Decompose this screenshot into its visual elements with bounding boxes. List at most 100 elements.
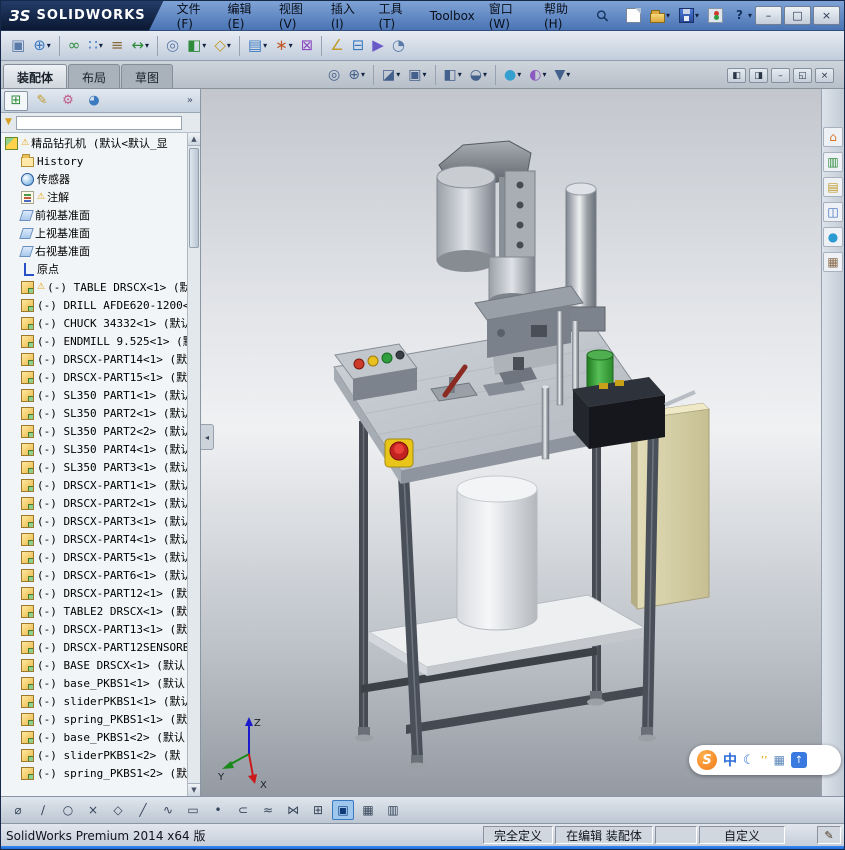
scroll-thumb[interactable] [189,148,199,248]
restore-document-button[interactable]: ◱ [793,68,812,83]
tree-item[interactable]: (-) DRSCX-PART4<1> (默认 [1,530,187,548]
zoom-to-area-button[interactable]: ⊕ ▾ [344,66,369,84]
offset-entities-button[interactable]: ≈ [257,800,279,820]
line-button[interactable]: ∕ [32,800,54,820]
polygon-button[interactable]: ◇ [107,800,129,820]
corner-rectangle-button[interactable]: ▭ [182,800,204,820]
tree-item[interactable]: (-) spring_PKBS1<2> (默 [1,764,187,782]
menu-item-5[interactable]: 工具(T) [372,1,423,35]
open-document-button[interactable]: ▾ [647,7,673,25]
tree-item[interactable]: (-) DRSCX-PART2<1> (默认 [1,494,187,512]
insert-component-button[interactable]: ⊕ ▾ [29,34,55,58]
tree-item[interactable]: 上视基准面 [1,224,187,242]
tree-item[interactable]: 原点 [1,260,187,278]
tables-button[interactable]: ▥ [382,800,404,820]
tree-item[interactable]: (-) SL350 PART2<2> (默认 [1,422,187,440]
mirror-entities-button[interactable]: ⋈ [282,800,304,820]
solidworks-resources-button[interactable]: ⌂ [823,127,843,147]
tree-item[interactable]: (-) DRSCX-PART14<1> (默 [1,350,187,368]
linear-component-pattern-button[interactable]: ∷ ▾ [84,34,107,58]
menu-item-7[interactable]: 窗口(W) [482,1,537,35]
propertymanager-tab[interactable]: ✎ [30,91,54,111]
tree-item[interactable]: 右视基准面 [1,242,187,260]
smart-fasteners-button[interactable]: ≡ [107,34,128,58]
menu-item-1[interactable]: 文件(F) [170,1,221,35]
motion-study-button[interactable]: ▶ [368,34,388,58]
tree-item[interactable]: (-) ENDMILL 9.525<1> (默 [1,332,187,350]
featuremanager-tab[interactable]: ⊞ [4,90,28,111]
tab-布局[interactable]: 布局 [68,64,121,88]
tree-item[interactable]: (-) base_PKBS1<2> (默认 [1,728,187,746]
interference-detection-button[interactable]: ⊠ [297,34,318,58]
tree-item[interactable]: (-) DRSCX-PART5<1> (默认 [1,548,187,566]
search-icon[interactable] [596,9,609,23]
display-style-button[interactable]: ◧ ▾ [440,66,466,84]
normal-sketch-button[interactable]: ▣ [332,800,354,820]
maximize-button[interactable]: □ [784,6,811,25]
tree-item[interactable]: (-) DRILL AFDE620-1200< [1,296,187,314]
zoom-to-fit-button[interactable]: ◎ [324,66,344,84]
tree-item[interactable]: ⚠ 注解 [1,188,187,206]
convert-entities-button[interactable]: ⊂ [232,800,254,820]
tree-scrollbar[interactable]: ▲ ▼ [187,133,200,796]
ime-toolbox-icon[interactable]: ↑ [791,752,807,768]
menu-item-2[interactable]: 编辑(E) [220,1,271,35]
close-document-button[interactable]: × [815,68,834,83]
tree-item[interactable]: (-) base_PKBS1<1> (默认 [1,674,187,692]
menu-item-4[interactable]: 插入(I) [324,1,372,35]
tree-item[interactable]: (-) sliderPKBS1<2> (默 [1,746,187,764]
tree-item[interactable]: (-) SL350 PART4<1> (默认 [1,440,187,458]
tree-item[interactable]: (-) CHUCK 34332<1> (默认 [1,314,187,332]
smart-dimension-button[interactable]: ⌀ [7,800,29,820]
trim-entities-button[interactable]: × [82,800,104,820]
tree-item[interactable]: History [1,152,187,170]
tab-草图[interactable]: 草图 [121,64,174,88]
view-orientation-button[interactable]: ▣ ▾ [404,66,430,84]
custom-properties-button[interactable]: ▦ [823,252,843,272]
section-view-button[interactable]: ◪ ▾ [378,66,404,84]
spline-button[interactable]: ∿ [157,800,179,820]
tree-item[interactable]: (-) DRSCX-PART12<1> (默 [1,584,187,602]
help-button[interactable]: ? ▾ [729,6,755,25]
circle-button[interactable]: ○ [57,800,79,820]
tree-item[interactable]: (-) SL350 PART3<1> (默认 [1,458,187,476]
tree-item[interactable]: 前视基准面 [1,206,187,224]
reference-geometry-button[interactable]: ◇ ▾ [210,34,235,58]
tab-装配体[interactable]: 装配体 [3,64,68,88]
menu-item-6[interactable]: Toolbox [423,5,482,27]
sogou-logo-icon[interactable]: S [697,750,717,770]
grid-snap-button[interactable]: ▦ [357,800,379,820]
view-settings-button[interactable]: ▼ ▾ [550,66,574,84]
point-button[interactable]: • [207,800,229,820]
save-document-button[interactable]: ▾ [676,6,702,25]
tree-item[interactable]: ⚠ 精品钻孔机 (默认<默认_显 [1,134,187,152]
tree-item[interactable]: (-) spring_PKBS1<1> (默 [1,710,187,728]
new-document-button[interactable] [623,6,644,25]
sketch-pattern-button[interactable]: ⊞ [307,800,329,820]
show-hidden-components-button[interactable]: ◎ [162,34,183,58]
tree-item[interactable]: ⚠ (-) TABLE DRSCX<1> (默 [1,278,187,296]
assembly-features-button[interactable]: ◧ ▾ [183,34,210,58]
tree-item[interactable]: (-) DRSCX-PART6<1> (默认 [1,566,187,584]
menu-item-8[interactable]: 帮助(H) [537,1,590,35]
configurationmanager-tab[interactable]: ⚙ [56,91,80,111]
scroll-down-button[interactable]: ▼ [188,783,200,796]
mate-button[interactable]: ∞ [64,34,85,58]
ime-fullwidth-icon[interactable]: ☾ [743,753,755,768]
status-lights-button[interactable] [705,6,726,25]
pane-split-right-button[interactable]: ◨ [749,68,768,83]
move-component-button[interactable]: ↔ ▾ [127,34,153,58]
graphics-area[interactable]: Z Y X ◂ [201,89,821,796]
menu-item-3[interactable]: 视图(V) [272,1,324,35]
scroll-up-button[interactable]: ▲ [188,133,200,146]
tree-item[interactable]: (-) SL350 PART2<1> (默认 [1,404,187,422]
minimize-button[interactable]: – [755,6,782,25]
tree-item[interactable]: 传感器 [1,170,187,188]
ime-punctuation-icon[interactable]: ’’ [761,754,768,767]
tree-item[interactable]: (-) DRSCX-PART12SENSORB [1,638,187,656]
displaymanager-tab[interactable]: ◕ [82,91,106,111]
filter-input[interactable] [15,115,182,130]
pane-split-left-button[interactable]: ◧ [727,68,746,83]
close-button[interactable]: × [813,6,840,25]
exploded-view-button[interactable]: ∗ ▾ [271,34,297,58]
